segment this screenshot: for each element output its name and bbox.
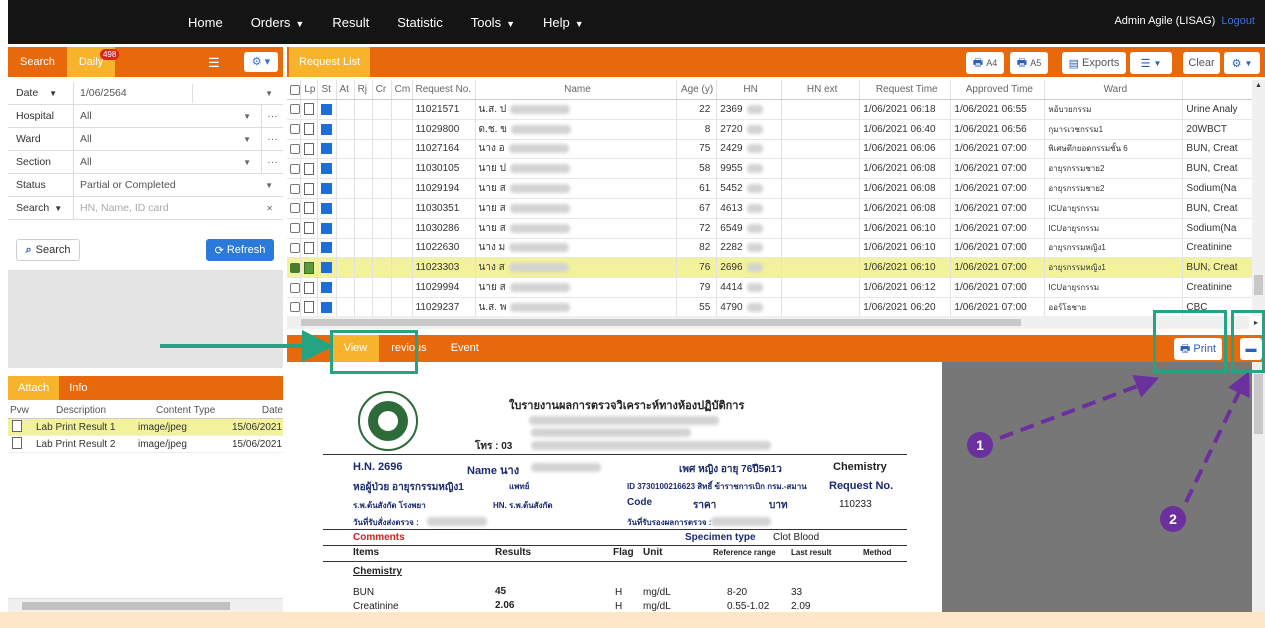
arrow-to-print (999, 375, 1160, 440)
highlight-save-button (1231, 310, 1265, 373)
arrow-to-save (1184, 371, 1250, 503)
highlight-print-button (1153, 310, 1227, 373)
step-marker-2: 2 (1160, 506, 1186, 532)
highlight-view-tab (330, 330, 418, 374)
step-marker-1: 1 (967, 432, 993, 458)
annotation-overlay (160, 330, 1250, 503)
